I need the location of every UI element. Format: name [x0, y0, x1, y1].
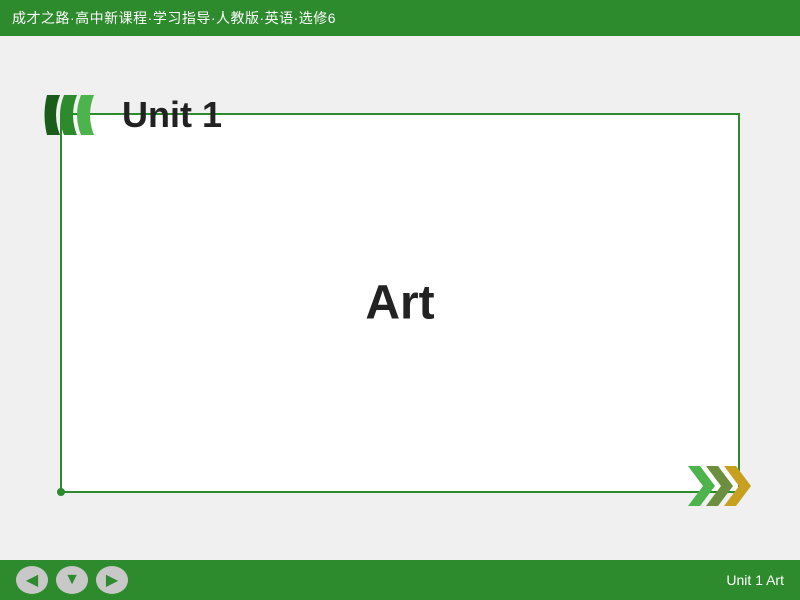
- header-title: 成才之路·高中新课程·学习指导·人教版·英语·选修6: [12, 8, 336, 28]
- unit-title: Unit 1: [122, 94, 222, 136]
- navigation-controls: ◀ ▼ ▶: [16, 566, 128, 594]
- header-bar: 成才之路·高中新课程·学习指导·人教版·英语·选修6: [0, 0, 800, 36]
- chevron-left-decoration: [42, 85, 112, 145]
- chevron-right-decoration: [688, 456, 768, 521]
- footer-status-label: Unit 1 Art: [726, 572, 784, 588]
- down-button[interactable]: ▼: [56, 566, 88, 594]
- main-content: Unit 1 Art: [0, 36, 800, 560]
- unit-title-area: Unit 1: [42, 85, 222, 145]
- content-card: Unit 1 Art: [60, 113, 740, 493]
- corner-dot-left: [57, 488, 65, 496]
- back-button[interactable]: ◀: [16, 566, 48, 594]
- topic-title: Art: [365, 276, 434, 331]
- forward-button[interactable]: ▶: [96, 566, 128, 594]
- footer-bar: ◀ ▼ ▶ Unit 1 Art: [0, 560, 800, 600]
